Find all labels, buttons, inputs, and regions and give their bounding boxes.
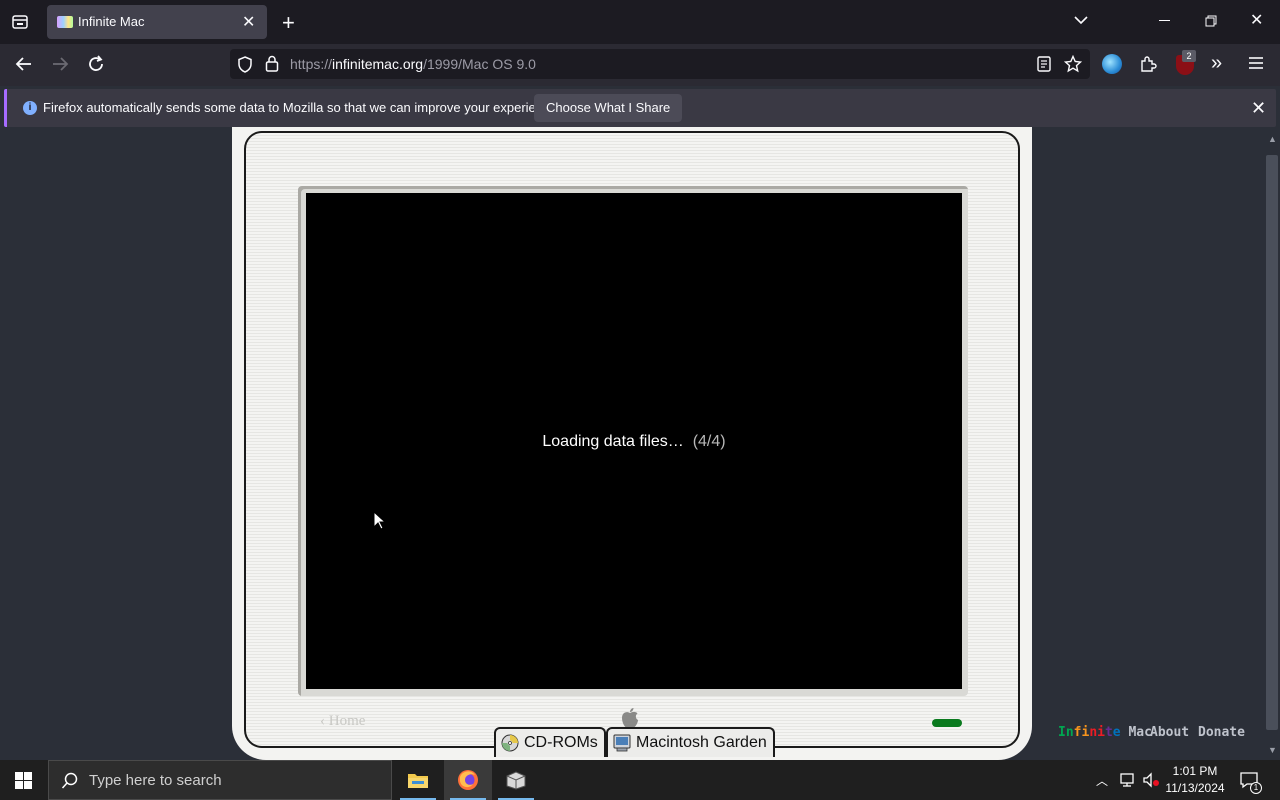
tray-overflow-chevron-icon[interactable]: ︿ bbox=[1096, 772, 1108, 789]
search-placeholder: Type here to search bbox=[89, 772, 222, 789]
bookmark-star-icon[interactable] bbox=[1064, 55, 1082, 73]
start-button[interactable] bbox=[0, 760, 48, 800]
taskbar-search-box[interactable]: Type here to search bbox=[48, 760, 392, 800]
tracking-protection-shield-icon[interactable] bbox=[237, 56, 253, 73]
minimize-icon[interactable] bbox=[1159, 20, 1170, 21]
cd-roms-label: CD-ROMs bbox=[524, 734, 598, 751]
brand-mac: Mac bbox=[1128, 725, 1152, 740]
list-all-tabs-chevron-icon[interactable] bbox=[1074, 15, 1088, 25]
home-link[interactable]: ‹ Home bbox=[320, 713, 365, 730]
screen-bezel: Loading data files… (4/4) bbox=[298, 186, 968, 696]
tab-close-icon[interactable]: ✕ bbox=[242, 12, 255, 32]
scroll-up-icon[interactable]: ▲ bbox=[1268, 134, 1277, 144]
more-tools-chevrons-icon[interactable]: » bbox=[1211, 53, 1222, 73]
account-avatar-icon[interactable] bbox=[1102, 54, 1122, 74]
loading-status: Loading data files… (4/4) bbox=[306, 433, 962, 451]
data-collection-notification: i Firefox automatically sends some data … bbox=[4, 89, 1276, 127]
tab-title: Infinite Mac bbox=[78, 14, 145, 29]
extensions-puzzle-icon[interactable] bbox=[1139, 55, 1157, 73]
new-tab-icon[interactable]: + bbox=[282, 12, 295, 34]
network-icon[interactable] bbox=[1118, 772, 1136, 788]
windows-logo-icon bbox=[15, 772, 32, 789]
page-scrollbar[interactable]: ▲ ▼ bbox=[1264, 130, 1280, 760]
folder-icon bbox=[408, 774, 428, 788]
scroll-down-icon[interactable]: ▼ bbox=[1268, 745, 1277, 755]
brand-letter-e: e bbox=[1112, 725, 1121, 740]
info-icon: i bbox=[23, 101, 37, 115]
brand-letter-t: t bbox=[1104, 725, 1113, 740]
menu-hamburger-icon[interactable] bbox=[1248, 56, 1264, 70]
cd-rom-icon bbox=[501, 734, 519, 752]
clock-time: 1:01 PM bbox=[1172, 764, 1218, 778]
scroll-thumb[interactable] bbox=[1266, 155, 1278, 730]
tab-infinite-mac[interactable]: Infinite Mac ✕ bbox=[47, 5, 267, 39]
mac-monitor-bezel: Loading data files… (4/4) ‹ Home bbox=[244, 131, 1020, 748]
search-icon bbox=[61, 772, 78, 789]
loading-count: (4/4) bbox=[692, 433, 726, 450]
mouse-cursor-icon bbox=[373, 511, 387, 530]
forward-arrow-icon[interactable] bbox=[51, 56, 69, 72]
apple-logo-icon bbox=[622, 708, 638, 728]
volume-muted-icon[interactable] bbox=[1142, 772, 1160, 788]
notification-text: Firefox automatically sends some data to… bbox=[43, 100, 561, 115]
infinite-mac-favicon-icon bbox=[57, 16, 73, 28]
restore-icon[interactable] bbox=[1205, 15, 1217, 27]
package-app-icon bbox=[506, 771, 526, 790]
macintosh-garden-button[interactable]: Macintosh Garden bbox=[606, 727, 775, 757]
loading-text: Loading data files… bbox=[542, 433, 684, 450]
choose-what-i-share-button[interactable]: Choose What I Share bbox=[534, 94, 683, 122]
firefox-view-icon[interactable] bbox=[11, 13, 29, 31]
back-arrow-icon[interactable] bbox=[15, 56, 33, 72]
mac-monitor-frame: Loading data files… (4/4) ‹ Home bbox=[232, 127, 1032, 760]
url-path: /1999/Mac OS 9.0 bbox=[423, 56, 536, 72]
power-led bbox=[932, 719, 962, 727]
ublock-badge: 2 bbox=[1182, 50, 1196, 62]
macintosh-garden-icon bbox=[613, 734, 631, 752]
url-host: infinitemac.org bbox=[332, 56, 424, 72]
clock-date: 11/13/2024 bbox=[1165, 781, 1225, 795]
brand-letter-i1: I bbox=[1058, 725, 1066, 740]
cd-roms-button[interactable]: CD-ROMs bbox=[494, 727, 606, 757]
about-link[interactable]: About bbox=[1150, 725, 1189, 740]
firefox-icon bbox=[458, 770, 478, 790]
reader-view-icon[interactable] bbox=[1037, 56, 1051, 72]
firefox-taskbar-button[interactable] bbox=[444, 760, 492, 800]
action-center-badge: 1 bbox=[1250, 782, 1262, 794]
url-prefix: https:// bbox=[290, 56, 333, 72]
url-bar[interactable]: https://infinitemac.org/1999/Mac OS 9.0 bbox=[230, 49, 1090, 79]
page-content: Loading data files… (4/4) ‹ Home CD-ROMs… bbox=[0, 127, 1264, 760]
tab-bar: Infinite Mac ✕ + ✕ bbox=[0, 0, 1280, 44]
clock[interactable]: 1:01 PM 11/13/2024 bbox=[1164, 764, 1226, 795]
emulator-screen[interactable]: Loading data files… (4/4) bbox=[306, 193, 962, 689]
brand-letter-n2: n bbox=[1089, 725, 1098, 740]
notification-close-icon[interactable]: ✕ bbox=[1251, 98, 1266, 119]
brand-letter-i3: i bbox=[1097, 725, 1105, 740]
app-taskbar-button[interactable] bbox=[492, 760, 540, 800]
footer-brand[interactable]: Infinite Mac bbox=[1058, 725, 1152, 740]
reload-icon[interactable] bbox=[87, 55, 105, 73]
windows-taskbar: Type here to search ︿ 1:01 PM 11/13/2024… bbox=[0, 760, 1280, 800]
donate-link[interactable]: Donate bbox=[1198, 725, 1245, 740]
window-close-icon[interactable]: ✕ bbox=[1250, 13, 1263, 29]
url-text[interactable]: https://infinitemac.org/1999/Mac OS 9.0 bbox=[290, 56, 536, 72]
file-explorer-taskbar-button[interactable] bbox=[394, 760, 442, 800]
brand-letter-n1: n bbox=[1065, 725, 1074, 740]
macintosh-garden-label: Macintosh Garden bbox=[636, 734, 767, 751]
lock-icon[interactable] bbox=[265, 55, 279, 72]
